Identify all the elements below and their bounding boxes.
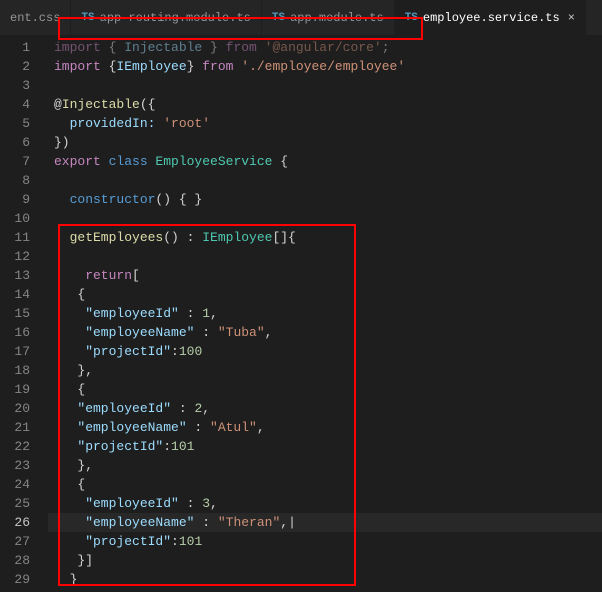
tab-app-routing[interactable]: TS app-routing.module.ts	[71, 0, 261, 35]
tab-label: ent.css	[10, 11, 60, 25]
close-icon[interactable]: ×	[568, 11, 575, 25]
ts-icon: TS	[272, 12, 285, 24]
line-numbers: 1234567891011121314151617181920212223242…	[0, 38, 48, 589]
code-content[interactable]: import { Injectable } from '@angular/cor…	[48, 38, 602, 589]
tab-app-module[interactable]: TS app.module.ts	[262, 0, 395, 35]
tab-label: employee.service.ts	[423, 11, 560, 25]
tab-label: app.module.ts	[290, 11, 384, 25]
editor-tabs: ent.css TS app-routing.module.ts TS app.…	[0, 0, 602, 35]
code-editor[interactable]: 1234567891011121314151617181920212223242…	[0, 35, 602, 589]
tab-employee-service[interactable]: TS employee.service.ts ×	[395, 0, 586, 35]
current-line: "employeeName" : "Theran",|	[48, 513, 602, 532]
ts-icon: TS	[81, 12, 94, 24]
ts-icon: TS	[405, 12, 418, 24]
tab-ent-css[interactable]: ent.css	[0, 0, 71, 35]
tab-label: app-routing.module.ts	[100, 11, 251, 25]
